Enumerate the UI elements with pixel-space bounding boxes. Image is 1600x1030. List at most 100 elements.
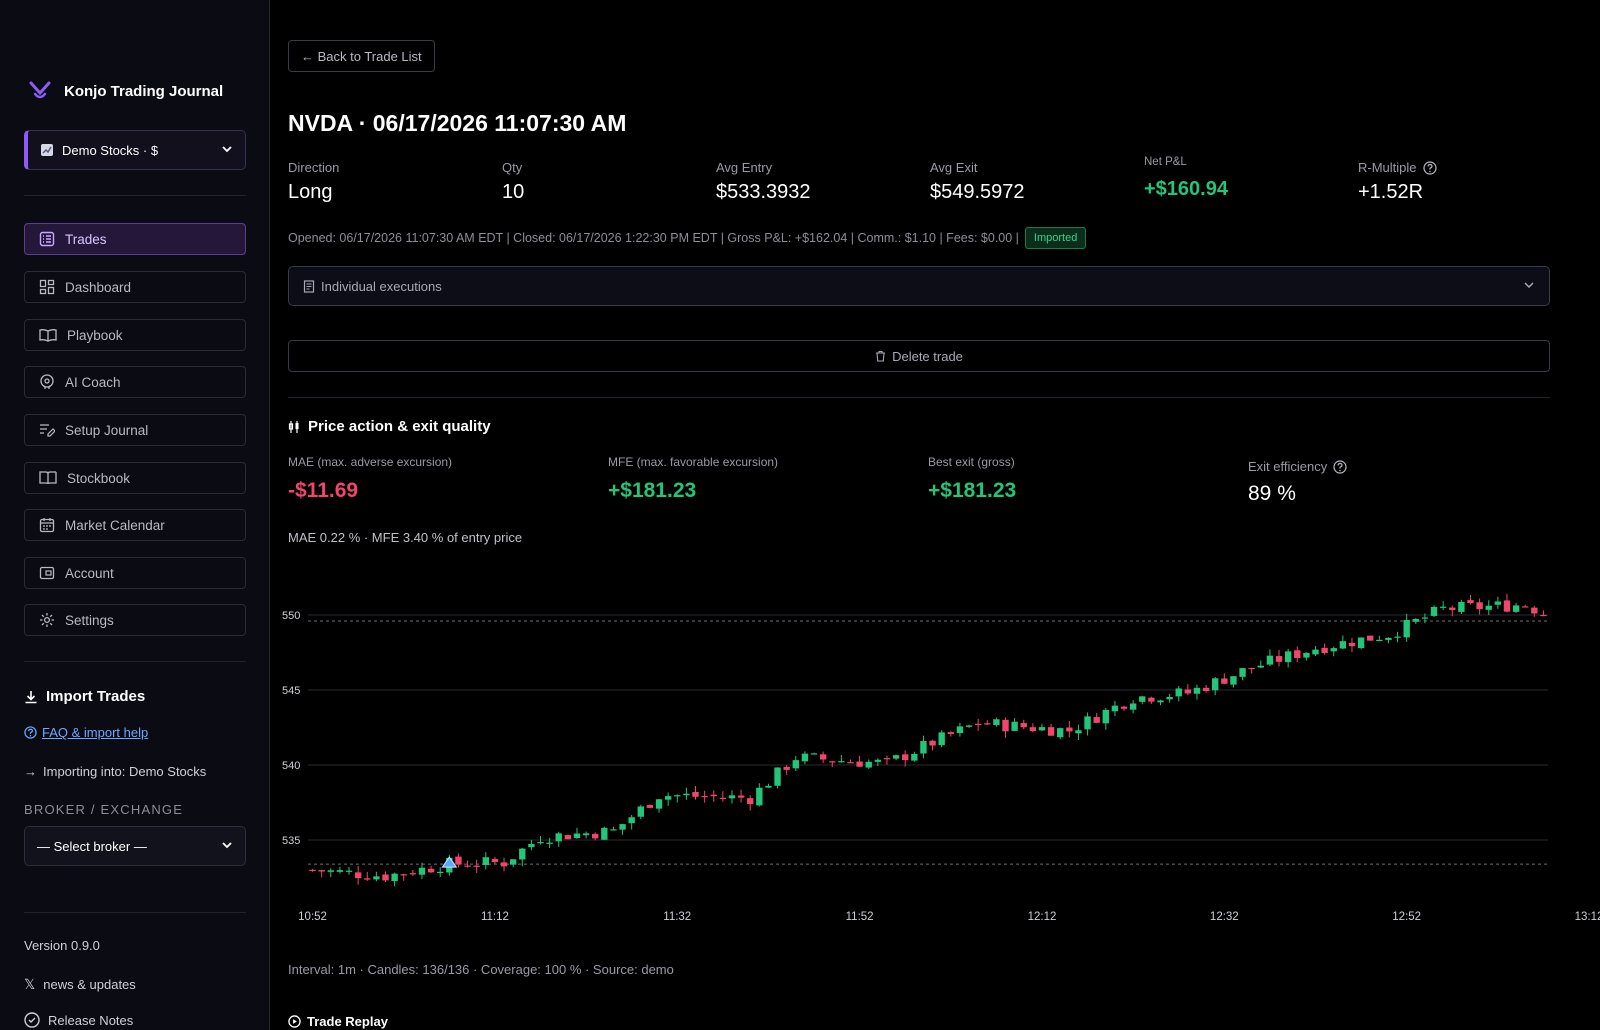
brand[interactable]: Konjo Trading Journal bbox=[28, 80, 223, 102]
sidebar-item-account[interactable]: Account bbox=[24, 557, 246, 589]
stat-value: $549.5972 bbox=[930, 181, 1025, 203]
book-open-icon bbox=[39, 329, 57, 342]
candle-body bbox=[765, 785, 772, 788]
candle-body bbox=[1166, 697, 1173, 700]
candle-body bbox=[519, 848, 526, 860]
stat-label: Best exit (gross) bbox=[928, 455, 1015, 469]
price-chart[interactable]: 535 540 545 550 10:52 11:12 11:32 11:52 12:12 12:… bbox=[270, 570, 1600, 940]
individual-executions-toggle[interactable]: Individual executions bbox=[288, 266, 1550, 306]
y-tick-label: 550 bbox=[282, 610, 300, 622]
candle-body bbox=[1449, 607, 1456, 611]
sidebar-item-ai-coach[interactable]: AI Coach bbox=[24, 366, 246, 398]
candle-body bbox=[582, 833, 590, 836]
candle-body bbox=[628, 817, 635, 824]
delete-trade-button[interactable]: Delete trade bbox=[288, 340, 1550, 372]
candle-body bbox=[1540, 614, 1547, 617]
news-link[interactable]: 𝕏 news & updates bbox=[24, 976, 136, 993]
x-tick-label: 12:12 bbox=[1028, 911, 1057, 923]
release-notes-link[interactable]: Release Notes bbox=[24, 1012, 133, 1028]
chart-icon bbox=[41, 144, 53, 156]
account-select[interactable]: Demo Stocks · $ bbox=[24, 130, 246, 170]
candle-body bbox=[1430, 606, 1438, 616]
candle-body bbox=[1075, 730, 1082, 734]
broker-select[interactable]: — Select broker — bbox=[24, 826, 246, 866]
broker-select-value: — Select broker — bbox=[37, 838, 147, 854]
candle-body bbox=[655, 799, 663, 809]
sidebar-item-label: Account bbox=[65, 565, 114, 581]
candle-body bbox=[1476, 602, 1483, 610]
help-circle-icon[interactable] bbox=[1422, 160, 1437, 175]
candle-body bbox=[1284, 651, 1292, 663]
candle-body bbox=[464, 865, 471, 867]
help-circle-icon[interactable] bbox=[1333, 459, 1347, 474]
best-exit-stat: Best exit (gross) +$181.23 bbox=[928, 455, 1016, 503]
candle-body bbox=[491, 859, 499, 863]
back-to-trade-list-button[interactable]: ← Back to Trade List bbox=[288, 40, 435, 72]
candle-body bbox=[482, 857, 489, 865]
chevron-down-icon bbox=[1523, 279, 1535, 294]
candle-body bbox=[1339, 641, 1347, 649]
candle-body bbox=[865, 761, 872, 768]
candle-body bbox=[710, 794, 717, 797]
candle-body bbox=[1111, 705, 1119, 712]
trade-replay-heading: Trade Replay bbox=[288, 1014, 388, 1029]
candle-body bbox=[1321, 647, 1328, 654]
candle-body bbox=[892, 755, 900, 759]
candle-body bbox=[1531, 607, 1538, 614]
candle-body bbox=[810, 753, 818, 755]
candle-body bbox=[911, 753, 918, 761]
sidebar-item-market-calendar[interactable]: Market Calendar bbox=[24, 509, 246, 541]
candle-body bbox=[938, 732, 945, 746]
sidebar-item-setup-journal[interactable]: Setup Journal bbox=[24, 414, 246, 446]
sidebar-item-settings[interactable]: Settings bbox=[24, 604, 246, 636]
broker-label: BROKER / EXCHANGE bbox=[24, 802, 184, 817]
receipt-icon bbox=[303, 279, 315, 293]
stat-value: Long bbox=[288, 181, 333, 203]
section-divider bbox=[288, 397, 1550, 398]
candle-body bbox=[409, 873, 417, 875]
news-label: news & updates bbox=[43, 977, 136, 992]
list-icon bbox=[39, 231, 55, 247]
stat-r-multiple: R-Multiple +1.52R bbox=[1358, 160, 1437, 204]
sidebar-item-label: Dashboard bbox=[65, 279, 132, 295]
candle-body bbox=[1129, 703, 1137, 710]
candle-body bbox=[856, 761, 863, 767]
sidebar-item-stockbook[interactable]: Stockbook bbox=[24, 462, 246, 494]
candle-body bbox=[1193, 687, 1201, 694]
candle-body bbox=[956, 726, 964, 734]
candle-body bbox=[382, 874, 389, 881]
candle-body bbox=[1066, 727, 1073, 732]
candle-body bbox=[619, 824, 626, 830]
x-tick-label: 13:12 bbox=[1575, 911, 1600, 923]
candle-body bbox=[455, 856, 462, 865]
stat-net-pnl: Net P&L +$160.94 bbox=[1144, 156, 1228, 201]
candlestick-chart[interactable]: 535 540 545 550 10:52 11:12 11:32 11:52 12:12 12:… bbox=[270, 570, 1600, 940]
stat-value: +$160.94 bbox=[1144, 178, 1228, 200]
candle-body bbox=[637, 806, 644, 817]
sidebar-item-label: Stockbook bbox=[67, 470, 131, 486]
candle-body bbox=[1394, 636, 1401, 638]
y-tick-label: 545 bbox=[282, 685, 300, 697]
brand-title: Konjo Trading Journal bbox=[64, 82, 224, 100]
candle-body bbox=[336, 870, 344, 872]
x-tick-label: 12:32 bbox=[1210, 911, 1239, 923]
candle-body bbox=[1029, 727, 1037, 731]
candle-body bbox=[1221, 678, 1228, 684]
sidebar-item-label: Market Calendar bbox=[65, 517, 165, 533]
faq-link[interactable]: FAQ & import help bbox=[42, 725, 148, 740]
candle-body bbox=[427, 868, 435, 873]
faq-row: FAQ & import help bbox=[24, 725, 148, 740]
check-circle-icon bbox=[24, 1012, 40, 1028]
sidebar-item-trades[interactable]: Trades bbox=[24, 223, 246, 255]
stat-value: 10 bbox=[502, 181, 525, 203]
candle-body bbox=[1175, 688, 1182, 697]
candle-body bbox=[929, 740, 936, 746]
sidebar-item-dashboard[interactable]: Dashboard bbox=[24, 271, 246, 303]
candle-body bbox=[1266, 655, 1274, 665]
account-select-value: Demo Stocks · $ bbox=[62, 142, 159, 158]
entry-marker bbox=[441, 856, 458, 868]
sidebar-item-playbook[interactable]: Playbook bbox=[24, 319, 246, 351]
candle-body bbox=[646, 805, 654, 808]
importing-into: → Importing into: Demo Stocks bbox=[24, 764, 206, 779]
page-title: NVDA · 06/17/2026 11:07:30 AM bbox=[288, 110, 627, 136]
